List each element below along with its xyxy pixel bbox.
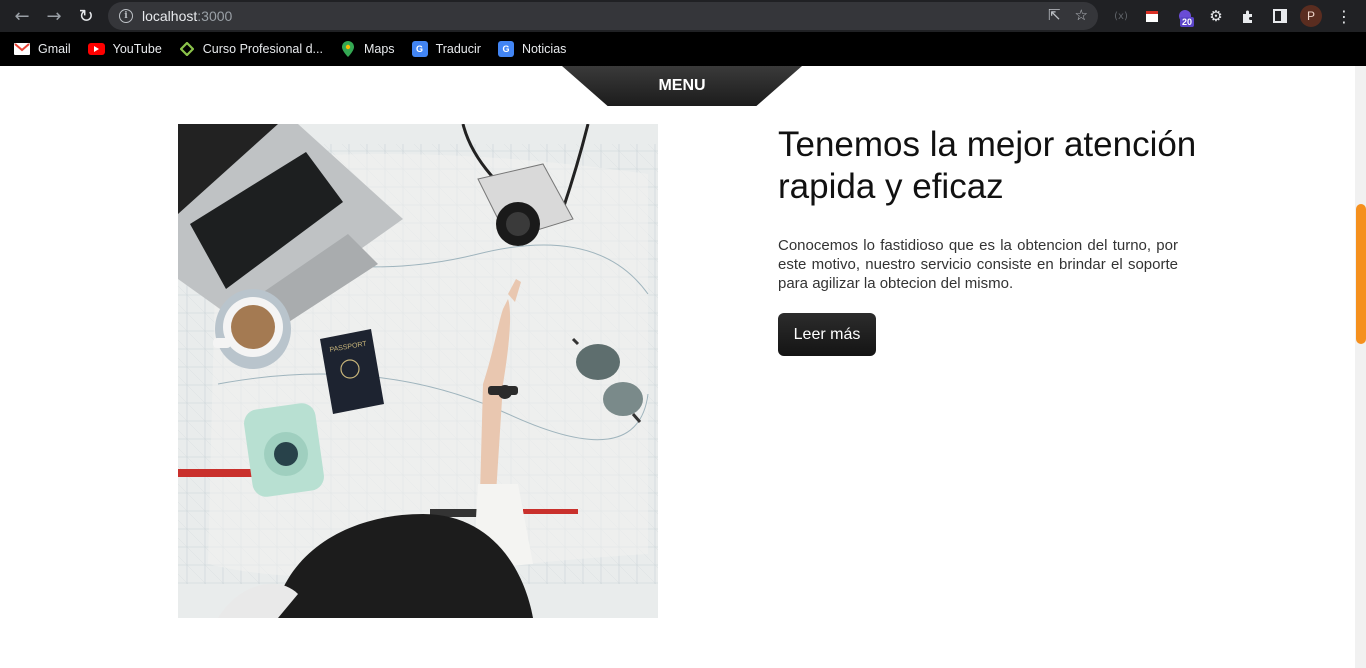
bookmark-youtube[interactable]: YouTube [87,42,162,56]
reload-icon[interactable]: ↻ [70,0,102,32]
browser-toolbar: ← → ↻ i localhost:3000 ⇱ ☆ (x) 20 ⚙ P ⋮ [0,0,1366,32]
forward-icon[interactable]: → [38,0,70,32]
more-menu-icon[interactable]: ⋮ [1333,5,1355,27]
calendar-extension-icon[interactable] [1141,5,1163,27]
profile-avatar[interactable]: P [1300,5,1322,27]
settings-gear-icon[interactable]: ⚙ [1205,5,1227,27]
news-icon: G [497,41,514,57]
site-info-icon[interactable]: i [119,9,133,23]
back-icon[interactable]: ← [6,0,38,32]
bookmarks-bar: Gmail YouTube Curso Profesional d... Map… [0,32,1366,66]
gmail-icon [14,41,30,57]
instant-camera-graphic [244,403,324,497]
formula-extension-icon[interactable]: (x) [1110,5,1132,27]
youtube-icon [87,43,105,55]
url-text: localhost:3000 [142,8,233,24]
menu-toggle[interactable]: MENU [562,66,802,106]
bookmark-course[interactable]: Curso Profesional d... [179,41,323,57]
page-scrollbar[interactable] [1355,66,1366,668]
bookmark-maps[interactable]: Maps [340,41,395,57]
travel-photo: PASSPORT [178,124,658,618]
extension-badge: 20 [1180,17,1195,27]
side-panel-icon[interactable] [1269,5,1291,27]
read-more-button[interactable]: Leer más [778,313,876,356]
scrollbar-thumb[interactable] [1356,204,1366,344]
bookmark-translate[interactable]: G Traducir [411,41,481,57]
bookmark-news[interactable]: G Noticias [497,41,566,57]
menu-label: MENU [658,77,706,94]
page-content: MENU PASSPORT Tenemos la mejor atención … [0,66,1366,668]
bookmark-gmail[interactable]: Gmail [14,41,71,57]
course-icon [179,41,195,57]
address-bar[interactable]: i localhost:3000 ⇱ ☆ [108,2,1098,30]
extensions-puzzle-icon[interactable] [1237,5,1259,27]
translate-icon: G [411,41,428,57]
share-icon[interactable]: ⇱ [1048,6,1061,24]
maps-icon [340,41,356,57]
section-paragraph: Conocemos lo fastidioso que es la obtenc… [778,237,1178,292]
bookmark-star-icon[interactable]: ☆ [1075,6,1088,24]
section-heading: Tenemos la mejor atención rapida y efica… [778,125,1197,206]
travel-map-illustration: PASSPORT [178,124,658,618]
